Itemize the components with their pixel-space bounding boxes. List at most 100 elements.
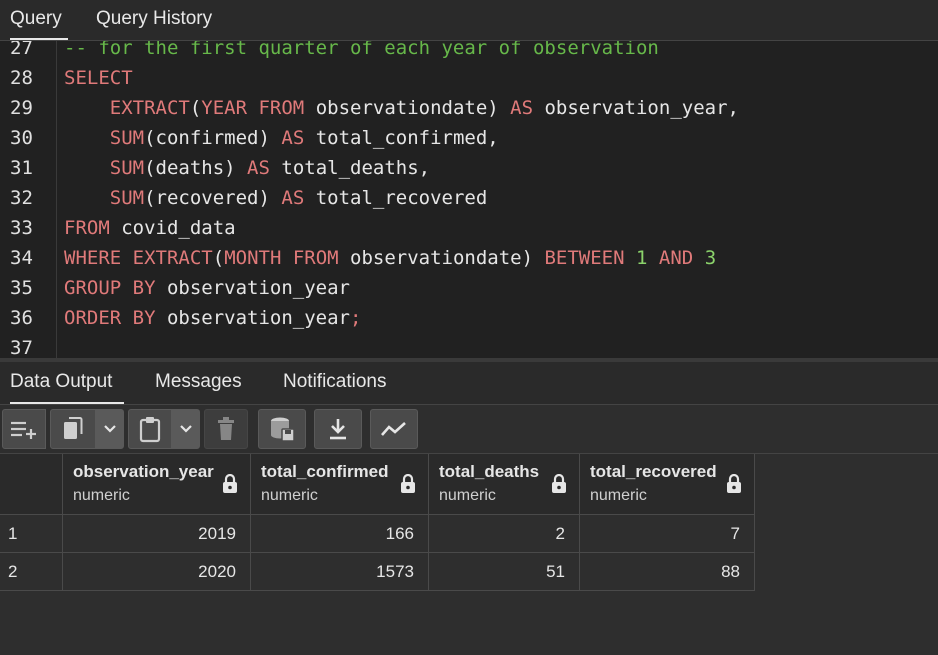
row-number[interactable]: 2 [0, 553, 63, 591]
code-text: SELECT [64, 63, 133, 93]
code-text: SUM(confirmed) AS total_confirmed, [64, 123, 499, 153]
add-row-button[interactable] [2, 409, 46, 449]
sql-keyword: ORDER BY [64, 307, 156, 329]
sql-text: total_confirmed, [304, 127, 499, 149]
table-cell[interactable]: 2020 [63, 553, 251, 591]
code-text: ORDER BY observation_year; [64, 303, 361, 333]
code-text: -- for the first quarter of each year of… [64, 41, 659, 63]
code-line[interactable]: 32 SUM(recovered) AS total_recovered [0, 183, 938, 213]
line-number: 36 [10, 307, 33, 329]
lock-icon [726, 473, 742, 499]
line-number: 30 [10, 127, 33, 149]
data-output-grid: observation_year numeric total_confirmed… [0, 454, 938, 655]
delete-button[interactable] [204, 409, 248, 449]
code-text: SUM(recovered) AS total_recovered [64, 183, 488, 213]
code-text: EXTRACT(YEAR FROM observationdate) AS ob… [64, 93, 739, 123]
sql-text: total_recovered [304, 187, 488, 209]
data-output-toolbar [0, 405, 938, 454]
copy-options-dropdown[interactable] [96, 409, 124, 449]
sql-text: observation_year [155, 307, 350, 329]
sql-text: observation_year, [533, 97, 739, 119]
sql-keyword: SUM [109, 127, 145, 149]
code-line[interactable]: 27 -- for the first quarter of each year … [0, 41, 938, 63]
code-line[interactable]: 33 FROM covid_data [0, 213, 938, 243]
paste-options-dropdown[interactable] [172, 409, 200, 449]
sql-comment: -- for the first quarter of each year of… [64, 41, 659, 59]
paste-button[interactable] [128, 409, 172, 449]
code-text: GROUP BY observation_year [64, 273, 350, 303]
sql-text: (confirmed) [144, 127, 282, 149]
add-row-icon [9, 418, 39, 440]
column-name: total_recovered [590, 462, 717, 481]
column-header-observation-year[interactable]: observation_year numeric [63, 454, 251, 515]
sql-text: observationdate) [304, 97, 511, 119]
copy-button[interactable] [50, 409, 96, 449]
table-cell[interactable]: 1573 [251, 553, 429, 591]
sql-keyword: SELECT [64, 67, 133, 89]
code-line[interactable]: 30 SUM(confirmed) AS total_confirmed, [0, 123, 938, 153]
sql-text: (recovered) [144, 187, 282, 209]
line-number: 37 [10, 337, 33, 358]
sql-keyword: MONTH FROM [224, 247, 339, 269]
tab-query-history[interactable]: Query History [96, 0, 212, 40]
row-number[interactable]: 1 [0, 515, 63, 553]
save-data-button[interactable] [258, 409, 306, 449]
column-header-total-recovered[interactable]: total_recovered numeric [580, 454, 755, 515]
code-line[interactable]: 36 ORDER BY observation_year; [0, 303, 938, 333]
column-header-total-confirmed[interactable]: total_confirmed numeric [251, 454, 429, 515]
code-line[interactable]: 28 SELECT [0, 63, 938, 93]
table-cell[interactable]: 2 [429, 515, 580, 553]
save-data-icon [269, 416, 295, 442]
tab-messages[interactable]: Messages [155, 362, 242, 404]
code-line[interactable]: 34 WHERE EXTRACT(MONTH FROM observationda… [0, 243, 938, 273]
line-number: 35 [10, 277, 33, 299]
code-line[interactable]: 29 EXTRACT(YEAR FROM observationdate) AS… [0, 93, 938, 123]
column-type: numeric [261, 487, 318, 504]
table-cell[interactable]: 88 [580, 553, 755, 591]
line-number: 32 [10, 187, 33, 209]
sql-number: 3 [704, 247, 717, 269]
chevron-down-icon [179, 424, 193, 434]
tab-notifications[interactable]: Notifications [283, 362, 387, 404]
graph-visualiser-button[interactable] [370, 409, 418, 449]
sql-text: covid_data [109, 217, 236, 239]
download-button[interactable] [314, 409, 362, 449]
sql-text: ( [212, 247, 225, 269]
code-text: SUM(deaths) AS total_deaths, [64, 153, 430, 183]
line-number: 29 [10, 97, 33, 119]
line-number: 28 [10, 67, 33, 89]
code-line[interactable]: 31 SUM(deaths) AS total_deaths, [0, 153, 938, 183]
code-line[interactable]: 37 [0, 333, 938, 358]
code-text: FROM covid_data [64, 213, 236, 243]
table-cell[interactable]: 7 [580, 515, 755, 553]
column-header-total-deaths[interactable]: total_deaths numeric [429, 454, 580, 515]
query-tab-bar: Query Query History [0, 0, 938, 41]
column-name: total_deaths [439, 462, 540, 481]
tab-query[interactable]: Query [10, 0, 68, 40]
sql-keyword: EXTRACT [109, 97, 190, 119]
table-cell[interactable]: 2019 [63, 515, 251, 553]
code-line[interactable]: 35 GROUP BY observation_year [0, 273, 938, 303]
lock-icon [222, 473, 238, 499]
sql-keyword: GROUP BY [64, 277, 156, 299]
chevron-down-icon [103, 424, 117, 434]
sql-keyword: AS [247, 157, 270, 179]
tab-data-output[interactable]: Data Output [10, 362, 124, 404]
table-cell[interactable]: 166 [251, 515, 429, 553]
download-icon [327, 417, 349, 441]
code-text: WHERE EXTRACT(MONTH FROM observationdate… [64, 243, 716, 273]
table-cell[interactable]: 51 [429, 553, 580, 591]
line-number: 33 [10, 217, 33, 239]
sql-text: observation_year [155, 277, 350, 299]
copy-icon [61, 416, 85, 442]
sql-keyword: AND [658, 247, 694, 269]
column-name: total_confirmed [261, 462, 389, 481]
sql-text: observationdate) [338, 247, 545, 269]
sql-editor[interactable]: 27 -- for the first quarter of each year … [0, 41, 938, 358]
line-number: 31 [10, 157, 33, 179]
column-type: numeric [73, 487, 130, 504]
sql-keyword: YEAR FROM [201, 97, 305, 119]
